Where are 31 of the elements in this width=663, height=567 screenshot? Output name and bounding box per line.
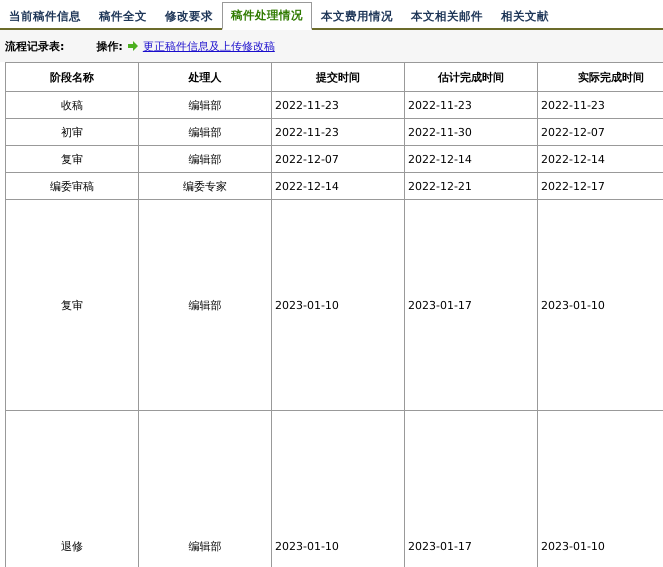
table-cell: 初审: [6, 118, 138, 146]
table-cell: 编辑部: [138, 118, 272, 146]
table-cell: 2022-11-23: [272, 92, 404, 118]
table-cell: 复审: [6, 146, 138, 172]
column-header: 提交时间: [272, 62, 404, 92]
table-cell: 2022-11-23: [404, 92, 538, 118]
table-cell: 编辑部: [138, 200, 272, 410]
edit-link[interactable]: 更正稿件信息及上传修改稿: [142, 38, 275, 54]
table-cell: 编辑部: [138, 92, 272, 118]
table-cell: 编委专家: [138, 172, 272, 200]
arrow-icon: [126, 40, 139, 52]
table-cell: 2022-11-23: [272, 118, 404, 146]
table-cell: 2023-01-17: [404, 200, 538, 410]
tab[interactable]: 稿件处理情况: [222, 2, 312, 30]
table-cell: 2022-12-14: [272, 172, 404, 200]
table-cell: 2022-12-07: [272, 146, 404, 172]
column-header: 估计完成时间: [404, 62, 538, 92]
table-cell: 编辑部: [138, 146, 272, 172]
table-cell: 2022-12-14: [404, 146, 538, 172]
table-cell: 收稿: [6, 92, 138, 118]
table-cell: 复审: [6, 200, 138, 410]
column-header: 实际完成时间: [538, 62, 663, 92]
column-header: 处理人: [138, 62, 272, 92]
table-cell: 退修: [6, 410, 138, 567]
table-cell: 2022-12-21: [404, 172, 538, 200]
operation-label: 操作:: [96, 38, 123, 54]
table-cell: 2023-01-10: [272, 200, 404, 410]
table-title: 流程记录表:: [5, 38, 64, 54]
column-header: 阶段名称: [6, 62, 138, 92]
table-cell: 编委审稿: [6, 172, 138, 200]
table-cell: 2022-11-30: [404, 118, 538, 146]
